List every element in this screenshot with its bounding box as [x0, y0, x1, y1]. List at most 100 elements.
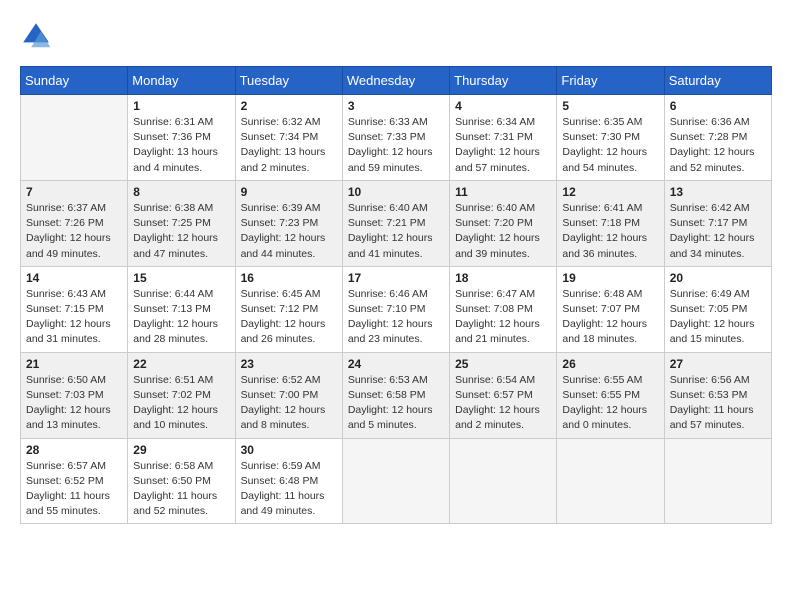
table-cell: 21 Sunrise: 6:50 AM Sunset: 7:03 PM Dayli…: [21, 352, 128, 438]
table-cell: 8 Sunrise: 6:38 AM Sunset: 7:25 PM Daylig…: [128, 180, 235, 266]
day-info: Sunrise: 6:45 AM Sunset: 7:12 PM Dayligh…: [241, 287, 337, 348]
table-cell: 6 Sunrise: 6:36 AM Sunset: 7:28 PM Daylig…: [664, 95, 771, 181]
day-info: Sunrise: 6:39 AM Sunset: 7:23 PM Dayligh…: [241, 201, 337, 262]
day-info: Sunrise: 6:40 AM Sunset: 7:21 PM Dayligh…: [348, 201, 444, 262]
calendar-week-row: 1 Sunrise: 6:31 AM Sunset: 7:36 PM Daylig…: [21, 95, 772, 181]
day-info: Sunrise: 6:33 AM Sunset: 7:33 PM Dayligh…: [348, 115, 444, 176]
day-number: 15: [133, 271, 229, 285]
table-cell: [342, 438, 449, 524]
day-info: Sunrise: 6:31 AM Sunset: 7:36 PM Dayligh…: [133, 115, 229, 176]
day-info: Sunrise: 6:32 AM Sunset: 7:34 PM Dayligh…: [241, 115, 337, 176]
day-info: Sunrise: 6:50 AM Sunset: 7:03 PM Dayligh…: [26, 373, 122, 434]
day-number: 4: [455, 99, 551, 113]
calendar-week-row: 7 Sunrise: 6:37 AM Sunset: 7:26 PM Daylig…: [21, 180, 772, 266]
day-info: Sunrise: 6:46 AM Sunset: 7:10 PM Dayligh…: [348, 287, 444, 348]
day-info: Sunrise: 6:44 AM Sunset: 7:13 PM Dayligh…: [133, 287, 229, 348]
day-info: Sunrise: 6:48 AM Sunset: 7:07 PM Dayligh…: [562, 287, 658, 348]
day-number: 26: [562, 357, 658, 371]
day-number: 22: [133, 357, 229, 371]
day-number: 7: [26, 185, 122, 199]
day-info: Sunrise: 6:59 AM Sunset: 6:48 PM Dayligh…: [241, 459, 337, 520]
table-cell: 20Sunrise: 6:49 AM Sunset: 7:05 PM Dayli…: [664, 266, 771, 352]
table-cell: 5 Sunrise: 6:35 AM Sunset: 7:30 PM Daylig…: [557, 95, 664, 181]
day-number: 1: [133, 99, 229, 113]
table-cell: 15 Sunrise: 6:44 AM Sunset: 7:13 PM Dayli…: [128, 266, 235, 352]
day-info: Sunrise: 6:40 AM Sunset: 7:20 PM Dayligh…: [455, 201, 551, 262]
table-cell: 14Sunrise: 6:43 AM Sunset: 7:15 PM Dayli…: [21, 266, 128, 352]
col-wednesday: Wednesday: [342, 67, 449, 95]
table-cell: 12 Sunrise: 6:41 AM Sunset: 7:18 PM Dayli…: [557, 180, 664, 266]
day-number: 18: [455, 271, 551, 285]
col-friday: Friday: [557, 67, 664, 95]
col-tuesday: Tuesday: [235, 67, 342, 95]
day-number: 16: [241, 271, 337, 285]
table-cell: 9 Sunrise: 6:39 AM Sunset: 7:23 PM Daylig…: [235, 180, 342, 266]
table-cell: 26Sunrise: 6:55 AM Sunset: 6:55 PM Dayli…: [557, 352, 664, 438]
day-info: Sunrise: 6:38 AM Sunset: 7:25 PM Dayligh…: [133, 201, 229, 262]
day-number: 14: [26, 271, 122, 285]
table-cell: 4 Sunrise: 6:34 AM Sunset: 7:31 PM Daylig…: [450, 95, 557, 181]
day-number: 3: [348, 99, 444, 113]
table-cell: 7 Sunrise: 6:37 AM Sunset: 7:26 PM Daylig…: [21, 180, 128, 266]
table-cell: 10 Sunrise: 6:40 AM Sunset: 7:21 PM Dayli…: [342, 180, 449, 266]
calendar-header-row: Sunday Monday Tuesday Wednesday Thursday…: [21, 67, 772, 95]
logo: [20, 20, 56, 52]
col-saturday: Saturday: [664, 67, 771, 95]
day-info: Sunrise: 6:37 AM Sunset: 7:26 PM Dayligh…: [26, 201, 122, 262]
day-info: Sunrise: 6:36 AM Sunset: 7:28 PM Dayligh…: [670, 115, 766, 176]
day-number: 5: [562, 99, 658, 113]
day-info: Sunrise: 6:35 AM Sunset: 7:30 PM Dayligh…: [562, 115, 658, 176]
day-number: 6: [670, 99, 766, 113]
day-info: Sunrise: 6:53 AM Sunset: 6:58 PM Dayligh…: [348, 373, 444, 434]
table-cell: 25Sunrise: 6:54 AM Sunset: 6:57 PM Dayli…: [450, 352, 557, 438]
day-number: 13: [670, 185, 766, 199]
day-number: 21: [26, 357, 122, 371]
col-thursday: Thursday: [450, 67, 557, 95]
day-number: 19: [562, 271, 658, 285]
table-cell: 27 Sunrise: 6:56 AM Sunset: 6:53 PM Dayli…: [664, 352, 771, 438]
day-number: 28: [26, 443, 122, 457]
table-cell: 28 Sunrise: 6:57 AM Sunset: 6:52 PM Dayli…: [21, 438, 128, 524]
calendar: Sunday Monday Tuesday Wednesday Thursday…: [20, 66, 772, 524]
day-info: Sunrise: 6:41 AM Sunset: 7:18 PM Dayligh…: [562, 201, 658, 262]
day-number: 11: [455, 185, 551, 199]
day-info: Sunrise: 6:47 AM Sunset: 7:08 PM Dayligh…: [455, 287, 551, 348]
table-cell: [21, 95, 128, 181]
table-cell: 2 Sunrise: 6:32 AM Sunset: 7:34 PM Daylig…: [235, 95, 342, 181]
day-info: Sunrise: 6:49 AM Sunset: 7:05 PM Dayligh…: [670, 287, 766, 348]
col-sunday: Sunday: [21, 67, 128, 95]
day-number: 10: [348, 185, 444, 199]
day-number: 30: [241, 443, 337, 457]
day-number: 17: [348, 271, 444, 285]
page-header: [20, 20, 772, 52]
table-cell: [450, 438, 557, 524]
table-cell: 17 Sunrise: 6:46 AM Sunset: 7:10 PM Dayli…: [342, 266, 449, 352]
day-number: 8: [133, 185, 229, 199]
table-cell: 19 Sunrise: 6:48 AM Sunset: 7:07 PM Dayli…: [557, 266, 664, 352]
calendar-week-row: 14Sunrise: 6:43 AM Sunset: 7:15 PM Dayli…: [21, 266, 772, 352]
day-info: Sunrise: 6:58 AM Sunset: 6:50 PM Dayligh…: [133, 459, 229, 520]
day-info: Sunrise: 6:54 AM Sunset: 6:57 PM Dayligh…: [455, 373, 551, 434]
table-cell: 13Sunrise: 6:42 AM Sunset: 7:17 PM Dayli…: [664, 180, 771, 266]
table-cell: 1 Sunrise: 6:31 AM Sunset: 7:36 PM Daylig…: [128, 95, 235, 181]
table-cell: 24 Sunrise: 6:53 AM Sunset: 6:58 PM Dayli…: [342, 352, 449, 438]
table-cell: [557, 438, 664, 524]
day-info: Sunrise: 6:34 AM Sunset: 7:31 PM Dayligh…: [455, 115, 551, 176]
table-cell: 30 Sunrise: 6:59 AM Sunset: 6:48 PM Dayli…: [235, 438, 342, 524]
day-number: 2: [241, 99, 337, 113]
table-cell: 3 Sunrise: 6:33 AM Sunset: 7:33 PM Daylig…: [342, 95, 449, 181]
table-cell: 18 Sunrise: 6:47 AM Sunset: 7:08 PM Dayli…: [450, 266, 557, 352]
day-info: Sunrise: 6:57 AM Sunset: 6:52 PM Dayligh…: [26, 459, 122, 520]
day-number: 12: [562, 185, 658, 199]
day-info: Sunrise: 6:56 AM Sunset: 6:53 PM Dayligh…: [670, 373, 766, 434]
logo-icon: [20, 20, 52, 52]
day-number: 9: [241, 185, 337, 199]
day-number: 29: [133, 443, 229, 457]
table-cell: 11 Sunrise: 6:40 AM Sunset: 7:20 PM Dayli…: [450, 180, 557, 266]
day-number: 27: [670, 357, 766, 371]
day-info: Sunrise: 6:52 AM Sunset: 7:00 PM Dayligh…: [241, 373, 337, 434]
table-cell: 23Sunrise: 6:52 AM Sunset: 7:00 PM Dayli…: [235, 352, 342, 438]
day-number: 24: [348, 357, 444, 371]
table-cell: 29 Sunrise: 6:58 AM Sunset: 6:50 PM Dayli…: [128, 438, 235, 524]
table-cell: 22Sunrise: 6:51 AM Sunset: 7:02 PM Dayli…: [128, 352, 235, 438]
